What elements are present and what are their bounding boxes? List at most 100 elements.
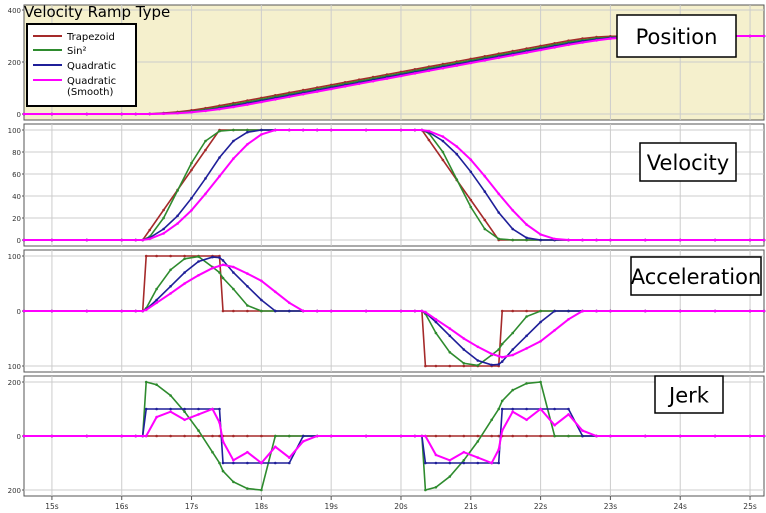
data-point	[476, 364, 480, 367]
data-point	[169, 268, 172, 272]
y-tick-label: 0	[17, 308, 21, 316]
data-point	[221, 469, 225, 473]
data-point	[197, 260, 200, 263]
data-point	[144, 308, 148, 312]
data-point	[448, 351, 452, 354]
data-point	[567, 43, 570, 47]
data-point	[218, 421, 221, 424]
data-point	[511, 353, 514, 357]
data-point	[511, 309, 514, 313]
data-point	[644, 309, 647, 313]
data-point	[232, 459, 235, 462]
data-point	[204, 109, 207, 113]
data-point	[260, 298, 263, 302]
data-point	[525, 315, 528, 318]
data-point	[490, 434, 494, 438]
data-point	[274, 128, 277, 132]
data-point	[218, 407, 221, 411]
data-point	[497, 211, 501, 214]
data-point	[183, 271, 186, 274]
data-point	[462, 362, 466, 365]
data-point	[50, 434, 54, 438]
data-point	[144, 434, 148, 438]
data-point	[525, 334, 528, 338]
data-point	[120, 434, 123, 438]
data-point	[134, 238, 137, 242]
data-point	[232, 128, 235, 132]
data-point	[497, 461, 501, 465]
data-point	[232, 461, 235, 465]
data-point	[120, 238, 123, 242]
data-point	[169, 394, 172, 397]
data-point	[500, 342, 504, 346]
data-point	[581, 238, 584, 242]
data-point	[232, 139, 235, 143]
data-point	[497, 448, 501, 451]
data-point	[424, 434, 427, 438]
data-point	[301, 434, 305, 438]
data-point	[500, 429, 504, 432]
data-point	[301, 440, 305, 443]
data-point	[483, 174, 487, 178]
data-point	[85, 309, 89, 313]
data-point	[644, 238, 647, 242]
data-point	[525, 51, 528, 54]
data-point	[525, 236, 528, 240]
data-point	[364, 128, 368, 132]
data-point	[469, 170, 473, 174]
data-point	[462, 337, 466, 340]
data-point	[713, 434, 717, 438]
data-point	[260, 434, 263, 438]
data-point	[609, 309, 612, 313]
data-point	[539, 233, 542, 236]
data-point	[329, 87, 333, 91]
data-point	[211, 255, 214, 259]
data-point	[218, 271, 221, 274]
data-point	[748, 309, 752, 313]
data-point	[511, 209, 514, 212]
data-point	[539, 380, 542, 384]
data-point	[218, 256, 221, 259]
data-point	[155, 298, 158, 302]
data-point	[581, 41, 584, 44]
data-point	[197, 255, 200, 258]
data-point	[448, 459, 452, 462]
data-point	[713, 238, 717, 242]
x-tick-label: 20s	[394, 502, 408, 511]
velocity-panel: 0 20 40 60 80 100 Velocity	[8, 123, 766, 247]
data-point	[539, 434, 542, 438]
data-point	[434, 486, 438, 489]
data-point	[144, 407, 148, 411]
data-point	[762, 238, 766, 242]
data-point	[176, 214, 179, 218]
data-point	[343, 85, 347, 88]
data-point	[553, 237, 556, 241]
y-tick-label: 400	[8, 7, 21, 15]
data-point	[260, 100, 263, 104]
data-point	[218, 107, 221, 111]
data-point	[469, 158, 473, 161]
data-point	[176, 189, 179, 192]
data-point	[539, 309, 542, 313]
data-point	[500, 407, 504, 411]
data-point	[315, 128, 319, 132]
data-point	[155, 287, 158, 291]
data-point	[490, 363, 494, 367]
data-point	[539, 238, 542, 242]
y-tick-label: 200	[8, 59, 21, 67]
data-point	[232, 309, 235, 313]
data-point	[385, 77, 389, 80]
data-point	[211, 450, 214, 454]
data-point	[232, 480, 235, 484]
data-point	[288, 434, 291, 438]
data-point	[148, 228, 151, 232]
data-point	[553, 423, 556, 427]
x-tick-label: 21s	[464, 502, 478, 511]
data-point	[371, 79, 375, 83]
data-point	[413, 72, 417, 75]
data-point	[567, 238, 570, 242]
data-point	[539, 340, 542, 343]
data-point	[525, 418, 528, 422]
x-tick-label: 16s	[115, 502, 129, 511]
data-point	[553, 407, 556, 411]
